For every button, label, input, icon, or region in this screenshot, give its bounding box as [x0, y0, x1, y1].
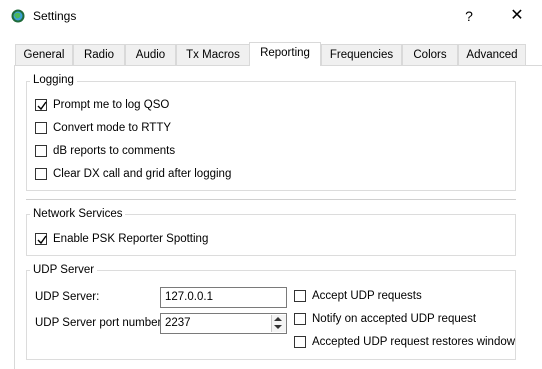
checkbox-label: Enable PSK Reporter Spotting: [53, 233, 209, 245]
checkbox-box[interactable]: [294, 336, 306, 348]
checkbox-box[interactable]: [35, 122, 47, 134]
check-mark-icon: [37, 235, 47, 245]
tab-radio[interactable]: Radio: [73, 44, 125, 65]
checkbox-box[interactable]: [294, 290, 306, 302]
tab-audio[interactable]: Audio: [125, 44, 176, 65]
checkbox-box[interactable]: [35, 99, 47, 111]
tab-general[interactable]: General: [15, 44, 73, 65]
tab-advanced[interactable]: Advanced: [458, 44, 526, 65]
checkbox-box[interactable]: [35, 233, 47, 245]
tab-reporting[interactable]: Reporting: [249, 42, 321, 66]
spin-down-icon[interactable]: [274, 325, 282, 329]
logging-group-title: Logging: [30, 74, 77, 86]
tab-colors[interactable]: Colors: [402, 44, 458, 65]
udp-server-input[interactable]: 127.0.0.1: [160, 287, 287, 308]
section-divider: [26, 199, 516, 200]
tab-tx-macros[interactable]: Tx Macros: [176, 44, 250, 65]
checkbox-label: Clear DX call and grid after logging: [53, 168, 232, 180]
checkbox-box[interactable]: [35, 145, 47, 157]
help-button[interactable]: ?: [455, 4, 483, 28]
checkbox-label: dB reports to comments: [53, 145, 176, 157]
udp-server-label: UDP Server:: [35, 291, 100, 303]
check-mark-icon: [37, 101, 47, 111]
checkbox-box[interactable]: [35, 168, 47, 180]
checkbox-label: Accept UDP requests: [312, 290, 422, 302]
udp-port-spinbox[interactable]: 2237: [160, 313, 287, 334]
udp-server-title: UDP Server: [30, 264, 98, 276]
checkbox-label: Convert mode to RTTY: [53, 122, 172, 134]
port-spin-buttons[interactable]: [271, 315, 286, 332]
close-button[interactable]: ✕: [500, 4, 534, 28]
checkbox-label: Prompt me to log QSO: [53, 99, 170, 111]
network-services-title: Network Services: [30, 208, 126, 220]
checkbox-label: Accepted UDP request restores window: [312, 336, 516, 348]
udp-port-label: UDP Server port number:: [35, 317, 165, 329]
app-icon: [11, 9, 25, 23]
title-bar: Settings ? ✕: [0, 0, 542, 32]
window-title: Settings: [33, 9, 77, 23]
checkbox-box[interactable]: [294, 313, 306, 325]
checkbox-label: Notify on accepted UDP request: [312, 313, 477, 325]
udp-port-value: 2237: [165, 317, 191, 329]
tab-frequencies[interactable]: Frequencies: [321, 44, 402, 65]
spin-up-icon[interactable]: [274, 317, 282, 321]
